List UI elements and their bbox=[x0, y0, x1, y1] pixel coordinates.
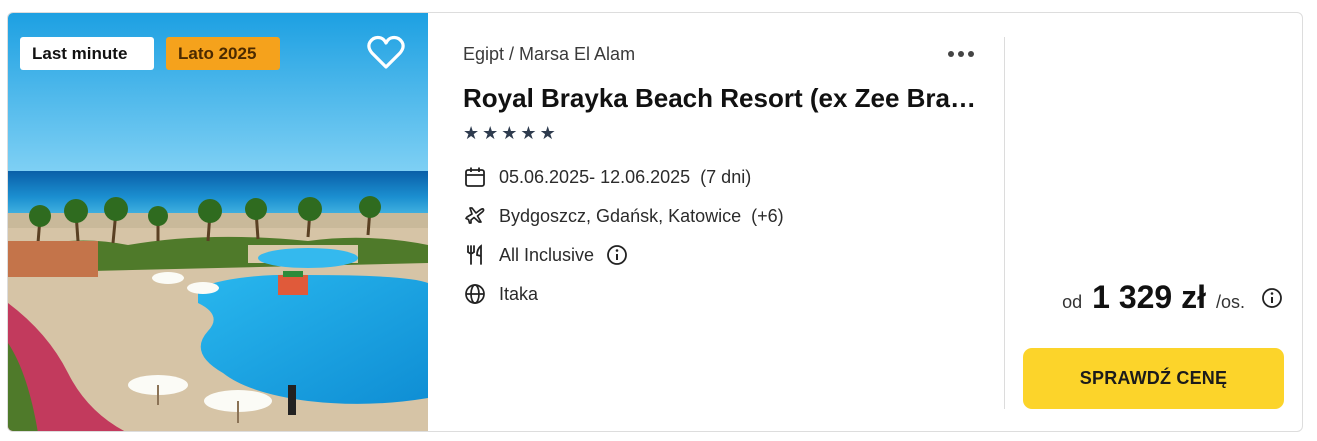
info-icon bbox=[607, 245, 627, 265]
board-info-button[interactable] bbox=[606, 244, 628, 266]
tour-operator: Itaka bbox=[499, 283, 539, 304]
hotel-name[interactable]: Royal Brayka Beach Resort (ex Zee Brayka… bbox=[463, 83, 983, 114]
star-icon: ★ bbox=[539, 123, 556, 143]
star-icon: ★ bbox=[463, 123, 480, 143]
price-info-button[interactable] bbox=[1261, 287, 1283, 309]
hotel-photo[interactable]: Last minute Lato 2025 bbox=[8, 13, 428, 431]
departures-row: Bydgoszcz, Gdańsk, Katowice (+6) bbox=[463, 203, 784, 229]
resort-image bbox=[8, 13, 428, 431]
check-price-button[interactable]: SPRAWDŹ CENĘ bbox=[1023, 348, 1284, 409]
board-type: All Inclusive bbox=[499, 244, 595, 265]
price-block: od 1 329 zł /os. bbox=[1062, 279, 1283, 316]
price-per-person: /os. bbox=[1215, 292, 1245, 312]
season-badge: Lato 2025 bbox=[166, 37, 280, 70]
price-amount: 1 329 zł bbox=[1092, 279, 1206, 315]
departure-airports: Bydgoszcz, Gdańsk, Katowice bbox=[499, 205, 742, 226]
heart-icon bbox=[367, 35, 405, 69]
globe-icon bbox=[463, 282, 487, 306]
operator-row: Itaka bbox=[463, 281, 538, 307]
destination-breadcrumb: Egipt / Marsa El Alam bbox=[463, 44, 636, 64]
trip-dates: 05.06.2025- 12.06.2025 bbox=[499, 166, 691, 187]
plane-icon bbox=[463, 204, 487, 228]
trip-dates-row: 05.06.2025- 12.06.2025 (7 dni) bbox=[463, 164, 751, 190]
more-options-button[interactable] bbox=[945, 43, 977, 65]
star-icon: ★ bbox=[482, 123, 499, 143]
hotel-rating: ★ ★ ★ ★ ★ bbox=[463, 123, 556, 143]
offer-card[interactable]: Last minute Lato 2025 Egipt / Marsa El A… bbox=[7, 12, 1303, 432]
star-icon: ★ bbox=[501, 123, 518, 143]
more-dots-icon bbox=[948, 51, 974, 57]
trip-duration: (7 dni) bbox=[700, 166, 752, 187]
column-divider bbox=[1004, 37, 1005, 409]
cutlery-icon bbox=[463, 243, 487, 267]
info-icon bbox=[1262, 287, 1282, 308]
price-prefix: od bbox=[1062, 292, 1083, 312]
calendar-icon bbox=[463, 165, 487, 189]
last-minute-badge: Last minute bbox=[20, 37, 154, 70]
departure-more-count[interactable]: (+6) bbox=[751, 206, 784, 227]
offer-details: Egipt / Marsa El Alam Royal Brayka Beach… bbox=[463, 13, 1003, 431]
board-row: All Inclusive bbox=[463, 242, 628, 268]
favorite-button[interactable] bbox=[366, 35, 406, 71]
star-icon: ★ bbox=[520, 123, 537, 143]
